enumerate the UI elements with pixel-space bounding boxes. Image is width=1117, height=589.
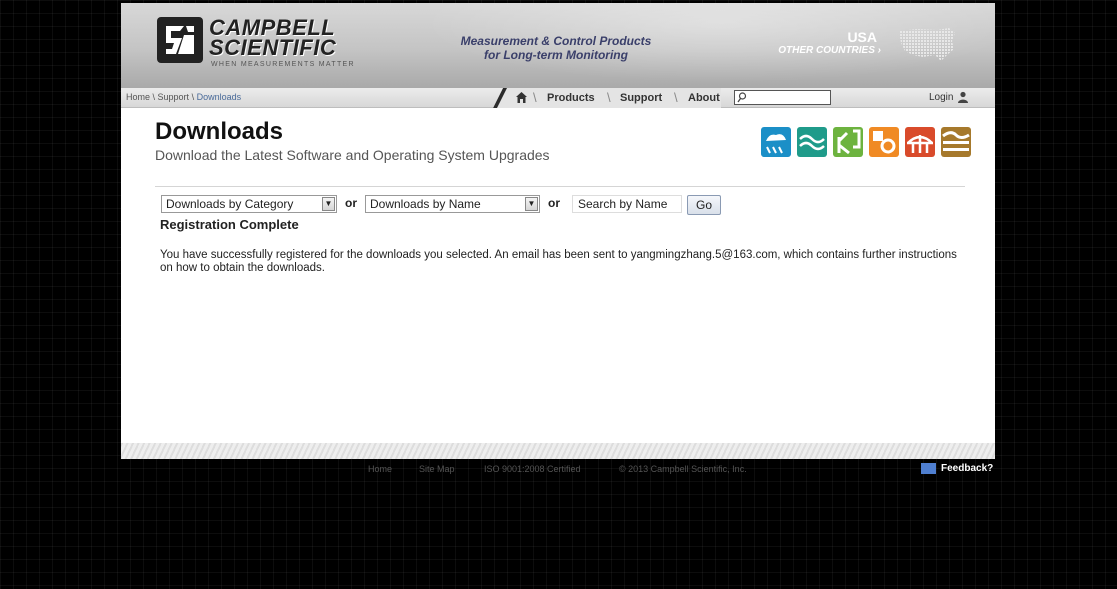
main-nav: \ Products \ Support \ About bbox=[493, 88, 721, 108]
feedback-icon[interactable] bbox=[921, 463, 936, 474]
name-select-value: Downloads by Name bbox=[370, 197, 481, 211]
nav-about[interactable]: About bbox=[688, 92, 720, 104]
us-map-icon[interactable] bbox=[897, 25, 957, 63]
logo-wordmark: CAMPBELL SCIENTIFIC bbox=[209, 17, 337, 60]
nav-edge-decoration bbox=[493, 88, 507, 108]
header-tagline: Measurement & Control Products for Long-… bbox=[436, 34, 676, 62]
or-label: or bbox=[345, 196, 357, 210]
page-container: CAMPBELL SCIENTIFIC WHEN MEASUREMENTS MA… bbox=[121, 3, 995, 459]
site-header: CAMPBELL SCIENTIFIC WHEN MEASUREMENTS MA… bbox=[121, 3, 995, 88]
home-icon[interactable] bbox=[515, 91, 528, 104]
site-search-input[interactable] bbox=[734, 90, 831, 105]
tagline-line1: Measurement & Control Products bbox=[460, 34, 652, 48]
footer-site-map[interactable]: Site Map bbox=[419, 464, 455, 474]
footer-divider bbox=[121, 443, 995, 459]
category-select[interactable]: Downloads by Category ▼ bbox=[161, 195, 337, 213]
breadcrumb-support[interactable]: Support bbox=[158, 92, 190, 102]
footer-copyright: © 2013 Campbell Scientific, Inc. bbox=[619, 464, 747, 474]
region-selector: USA OTHER COUNTRIES › bbox=[761, 29, 881, 56]
logo-line2: SCIENTIFIC bbox=[209, 35, 337, 60]
chevron-down-icon: ▼ bbox=[525, 197, 538, 211]
breadcrumb: Home \ Support \ Downloads bbox=[126, 92, 242, 102]
go-button[interactable]: Go bbox=[687, 195, 721, 215]
energy-icon[interactable] bbox=[869, 127, 899, 157]
nav-separator: \ bbox=[533, 90, 537, 105]
agriculture-icon[interactable] bbox=[833, 127, 863, 157]
weather-icon[interactable] bbox=[761, 127, 791, 157]
divider bbox=[155, 186, 965, 187]
login-link[interactable]: Login bbox=[929, 92, 953, 103]
region-other-countries[interactable]: OTHER COUNTRIES › bbox=[761, 45, 881, 56]
nav-separator: \ bbox=[674, 90, 678, 105]
nav-separator: \ bbox=[607, 90, 611, 105]
nav-support[interactable]: Support bbox=[620, 92, 662, 104]
footer-iso-certified[interactable]: ISO 9001:2008 Certified bbox=[484, 464, 581, 474]
logo-mark-icon bbox=[157, 17, 203, 63]
soil-icon[interactable] bbox=[941, 127, 971, 157]
infrastructure-icon[interactable] bbox=[905, 127, 935, 157]
region-current[interactable]: USA bbox=[761, 29, 877, 45]
page-title: Downloads bbox=[155, 118, 284, 145]
water-icon[interactable] bbox=[797, 127, 827, 157]
tagline-line2: for Long-term Monitoring bbox=[484, 48, 628, 62]
breadcrumb-home[interactable]: Home bbox=[126, 92, 150, 102]
registration-title: Registration Complete bbox=[160, 217, 299, 232]
category-select-value: Downloads by Category bbox=[166, 197, 294, 211]
site-footer: Home Site Map ISO 9001:2008 Certified © … bbox=[121, 459, 995, 479]
page-subtitle: Download the Latest Software and Operati… bbox=[155, 147, 550, 163]
feedback-link[interactable]: Feedback? bbox=[941, 463, 993, 474]
chevron-down-icon: ▼ bbox=[322, 197, 335, 211]
nav-bar: Home \ Support \ Downloads \ Products \ … bbox=[121, 88, 995, 108]
breadcrumb-downloads[interactable]: Downloads bbox=[197, 92, 242, 102]
or-label: or bbox=[548, 196, 560, 210]
footer-home[interactable]: Home bbox=[368, 464, 392, 474]
user-icon[interactable] bbox=[957, 91, 969, 103]
logo[interactable]: CAMPBELL SCIENTIFIC WHEN MEASUREMENTS MA… bbox=[157, 15, 357, 73]
registration-message: You have successfully registered for the… bbox=[160, 249, 957, 274]
search-by-name-input[interactable]: Search by Name bbox=[572, 195, 682, 213]
nav-products[interactable]: Products bbox=[547, 92, 595, 104]
name-select[interactable]: Downloads by Name ▼ bbox=[365, 195, 540, 213]
search-icon bbox=[737, 92, 747, 103]
logo-tagline: WHEN MEASUREMENTS MATTER bbox=[211, 61, 355, 68]
